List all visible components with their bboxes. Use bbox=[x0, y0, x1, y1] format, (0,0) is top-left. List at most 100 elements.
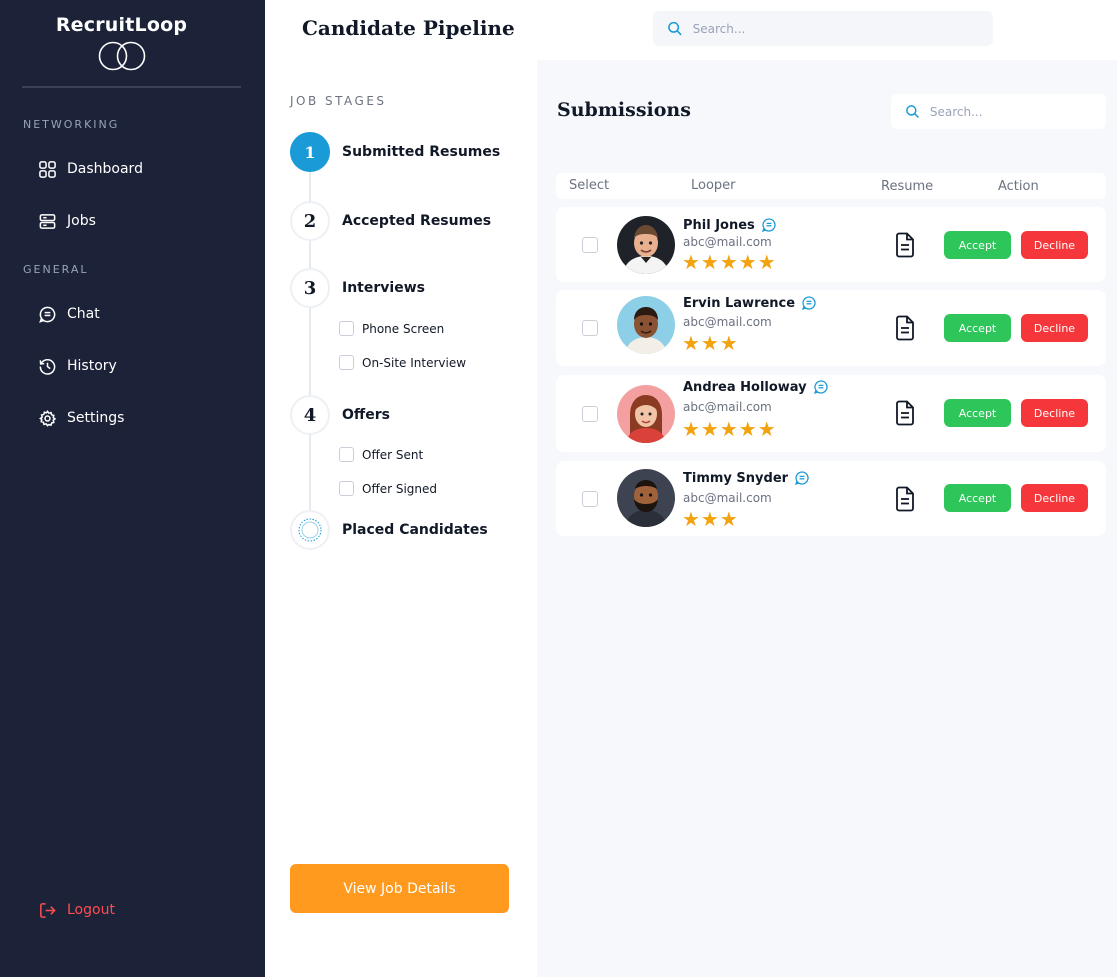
stage-accepted-resumes[interactable]: 2 Accepted Resumes bbox=[290, 201, 491, 241]
decline-button[interactable]: Decline bbox=[1021, 399, 1088, 427]
stage-number: 1 bbox=[290, 132, 330, 172]
substep-offer-signed[interactable]: Offer Signed bbox=[339, 481, 437, 496]
avatar-image bbox=[617, 216, 675, 274]
candidate-email: abc@mail.com bbox=[683, 491, 772, 505]
logout-label: Logout bbox=[67, 902, 115, 918]
sidebar-item-label: Chat bbox=[67, 306, 100, 322]
sidebar-item-jobs[interactable]: Jobs bbox=[38, 209, 96, 233]
table-row: Andrea Holloway abc@mail.com ★★★★★ Accep… bbox=[556, 375, 1106, 452]
placed-badge-icon bbox=[298, 518, 322, 542]
column-header-action: Action bbox=[998, 179, 1039, 194]
header-search[interactable] bbox=[653, 11, 993, 46]
substep-phone-screen[interactable]: Phone Screen bbox=[339, 321, 444, 336]
table-row: Ervin Lawrence abc@mail.com ★★★ Accept D… bbox=[556, 290, 1106, 366]
star-rating: ★★★★★ bbox=[682, 250, 777, 274]
stage-number: 2 bbox=[290, 201, 330, 241]
stage-interviews[interactable]: 3 Interviews bbox=[290, 268, 425, 308]
resume-document-icon[interactable] bbox=[894, 400, 916, 426]
history-icon bbox=[39, 358, 56, 375]
star-rating: ★★★ bbox=[682, 331, 739, 355]
section-label-networking: NETWORKING bbox=[23, 118, 120, 131]
stage-label: Accepted Resumes bbox=[342, 213, 492, 229]
grid-icon bbox=[39, 160, 56, 178]
stage-number bbox=[290, 510, 330, 550]
candidate-name-text: Timmy Snyder bbox=[683, 470, 789, 486]
sidebar-item-label: Settings bbox=[67, 410, 125, 426]
column-header-looper: Looper bbox=[691, 178, 736, 193]
stage-number: 4 bbox=[290, 395, 330, 435]
avatar bbox=[617, 385, 675, 443]
logout-icon bbox=[40, 902, 56, 918]
avatar-image bbox=[617, 296, 675, 354]
accept-button[interactable]: Accept bbox=[944, 314, 1011, 342]
decline-button[interactable]: Decline bbox=[1021, 314, 1088, 342]
checkbox[interactable] bbox=[339, 355, 354, 370]
chat-icon bbox=[39, 306, 56, 323]
row-select-checkbox[interactable] bbox=[582, 236, 598, 253]
resume-document-icon[interactable] bbox=[894, 315, 916, 341]
message-icon[interactable] bbox=[813, 379, 829, 395]
gear-icon bbox=[39, 409, 57, 427]
logout-button[interactable]: Logout bbox=[38, 898, 115, 922]
resume-document-icon[interactable] bbox=[894, 486, 916, 512]
star-rating: ★★★ bbox=[682, 507, 739, 531]
page-title: Candidate Pipeline bbox=[302, 16, 515, 40]
checkbox[interactable] bbox=[339, 447, 354, 462]
candidate-email: abc@mail.com bbox=[683, 315, 772, 329]
submissions-search[interactable] bbox=[891, 94, 1106, 129]
row-select-checkbox[interactable] bbox=[582, 490, 598, 507]
column-header-select: Select bbox=[569, 178, 610, 193]
accept-button[interactable]: Accept bbox=[944, 399, 1011, 427]
accept-button[interactable]: Accept bbox=[944, 484, 1011, 512]
briefcase-icon bbox=[39, 213, 56, 229]
header-search-input[interactable] bbox=[692, 21, 993, 36]
view-job-details-button[interactable]: View Job Details bbox=[290, 864, 509, 913]
decline-button[interactable]: Decline bbox=[1021, 484, 1088, 512]
stage-placed-candidates[interactable]: Placed Candidates bbox=[290, 510, 488, 550]
resume-document-icon[interactable] bbox=[894, 232, 916, 258]
checkbox[interactable] bbox=[339, 481, 354, 496]
substep-label: On-Site Interview bbox=[362, 355, 467, 370]
table-header: Select Looper Resume Action bbox=[556, 173, 1106, 199]
message-icon[interactable] bbox=[794, 470, 810, 486]
candidate-name: Andrea Holloway bbox=[683, 379, 829, 395]
substep-label: Phone Screen bbox=[362, 321, 445, 336]
sidebar-item-settings[interactable]: Settings bbox=[38, 406, 124, 430]
submissions-search-input[interactable] bbox=[929, 104, 1106, 119]
sidebar-item-history[interactable]: History bbox=[38, 354, 117, 378]
sidebar-item-dashboard[interactable]: Dashboard bbox=[38, 157, 143, 181]
top-header: Candidate Pipeline bbox=[265, 0, 1117, 60]
accept-button[interactable]: Accept bbox=[944, 231, 1011, 259]
row-select-checkbox[interactable] bbox=[582, 405, 598, 422]
sidebar: RecruitLoop NETWORKING Dashboard Jobs GE… bbox=[0, 0, 265, 977]
row-select-checkbox[interactable] bbox=[582, 320, 598, 336]
substep-on-site-interview[interactable]: On-Site Interview bbox=[339, 355, 466, 370]
section-label-general: GENERAL bbox=[23, 263, 89, 276]
stage-offers[interactable]: 4 Offers bbox=[290, 395, 390, 435]
stage-label: Submitted Resumes bbox=[342, 144, 501, 160]
stage-submitted-resumes[interactable]: 1 Submitted Resumes bbox=[290, 132, 500, 172]
job-stages-heading: JOB STAGES bbox=[290, 94, 387, 108]
message-icon[interactable] bbox=[801, 295, 817, 311]
sidebar-item-chat[interactable]: Chat bbox=[38, 302, 100, 326]
decline-button[interactable]: Decline bbox=[1021, 231, 1088, 259]
avatar bbox=[617, 469, 675, 527]
candidate-name-text: Phil Jones bbox=[683, 217, 755, 233]
search-icon bbox=[906, 105, 919, 118]
candidate-email: abc@mail.com bbox=[683, 235, 772, 249]
sidebar-item-label: Jobs bbox=[67, 213, 96, 229]
avatar bbox=[617, 216, 675, 274]
stage-label: Interviews bbox=[342, 280, 425, 296]
candidate-name: Ervin Lawrence bbox=[683, 295, 817, 311]
table-row: Phil Jones abc@mail.com ★★★★★ Accept Dec… bbox=[556, 207, 1106, 282]
substep-offer-sent[interactable]: Offer Sent bbox=[339, 447, 423, 462]
sidebar-item-label: Dashboard bbox=[67, 161, 143, 177]
candidate-email: abc@mail.com bbox=[683, 400, 772, 414]
sidebar-item-label: History bbox=[67, 358, 117, 374]
table-row: Timmy Snyder abc@mail.com ★★★ Accept Dec… bbox=[556, 461, 1106, 536]
checkbox[interactable] bbox=[339, 321, 354, 336]
avatar-image bbox=[617, 385, 675, 443]
candidate-name: Timmy Snyder bbox=[683, 470, 810, 486]
substep-label: Offer Sent bbox=[362, 447, 424, 462]
message-icon[interactable] bbox=[761, 217, 777, 233]
